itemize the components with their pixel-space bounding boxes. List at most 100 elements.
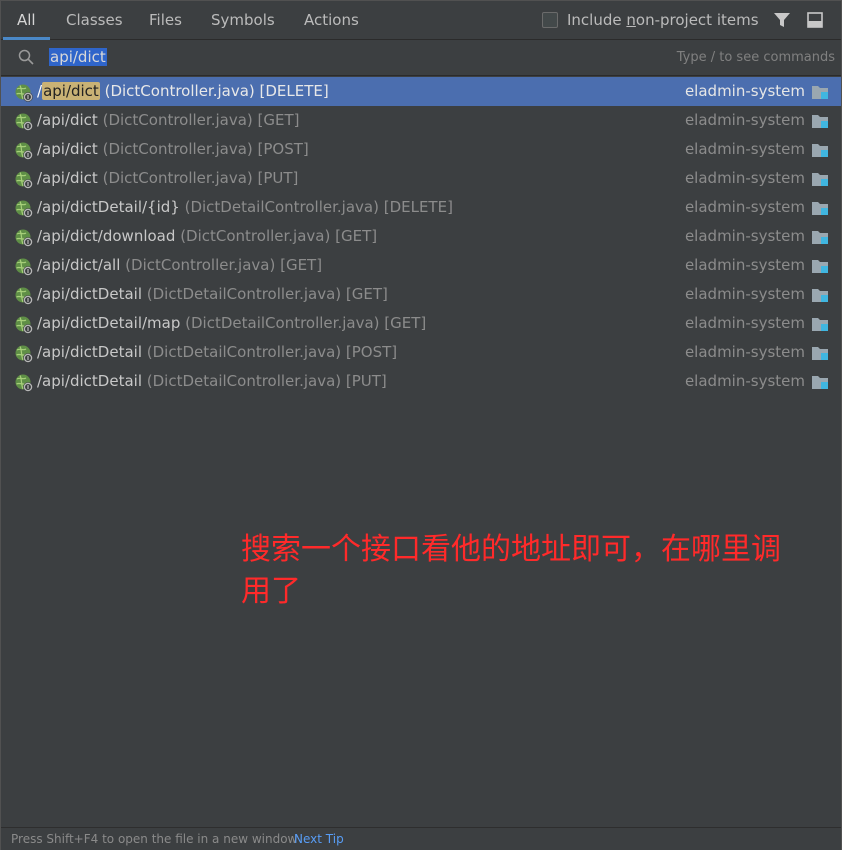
result-meta: (DictController.java) [GET] bbox=[180, 227, 378, 245]
result-row[interactable]: /api/dictDetail/{id} (DictDetailControll… bbox=[1, 193, 841, 222]
result-module: eladmin-system bbox=[684, 227, 805, 245]
result-text: /api/dictDetail/map (DictDetailControlle… bbox=[37, 309, 426, 338]
endpoint-globe-icon bbox=[15, 84, 33, 102]
endpoint-globe-icon bbox=[15, 316, 33, 334]
endpoint-globe-icon bbox=[15, 374, 33, 392]
annotation-line-2: 用了 bbox=[241, 574, 301, 609]
result-row[interactable]: /api/dictDetail (DictDetailController.ja… bbox=[1, 280, 841, 309]
tab-bar: All Classes Files Symbols Actions Includ… bbox=[1, 1, 841, 40]
search-input-value: api/dict bbox=[49, 48, 107, 66]
preview-pane-icon[interactable] bbox=[807, 12, 823, 28]
filter-icon[interactable] bbox=[773, 12, 791, 28]
endpoint-globe-icon bbox=[15, 287, 33, 305]
module-folder-icon bbox=[812, 376, 828, 389]
module-folder-icon bbox=[812, 260, 828, 273]
result-row[interactable]: /api/dictDetail/map (DictDetailControlle… bbox=[1, 309, 841, 338]
result-path-match: api/dict bbox=[42, 82, 100, 100]
result-path: /api/dictDetail/{id} bbox=[37, 198, 180, 216]
results-list: /api/dict (DictController.java) [DELETE]… bbox=[1, 77, 841, 396]
result-meta: (DictController.java) [DELETE] bbox=[104, 82, 329, 100]
include-non-project-checkbox[interactable] bbox=[542, 12, 558, 28]
result-meta: (DictController.java) [PUT] bbox=[102, 169, 299, 187]
result-path-match: /api/dict/all bbox=[37, 256, 121, 274]
annotation-text: 搜索一个接口看他的地址即可，在哪里调 用了 bbox=[241, 529, 841, 613]
endpoint-globe-icon bbox=[15, 113, 33, 131]
result-path-match: /api/dict bbox=[37, 111, 98, 129]
result-meta: (DictDetailController.java) [GET] bbox=[185, 314, 427, 332]
include-non-project-label[interactable]: Include non-project items bbox=[567, 1, 759, 39]
next-tip-link[interactable]: Next Tip bbox=[294, 828, 344, 850]
result-path: /api/dict/download bbox=[37, 227, 175, 245]
endpoint-globe-icon bbox=[15, 229, 33, 247]
module-folder-icon bbox=[812, 289, 828, 302]
result-path-match: /api/dictDetail bbox=[37, 372, 142, 390]
result-path-match: /api/dict/download bbox=[37, 227, 176, 245]
result-text: /api/dict (DictController.java) [PUT] bbox=[37, 164, 298, 193]
module-folder-icon bbox=[812, 231, 828, 244]
result-text: /api/dictDetail (DictDetailController.ja… bbox=[37, 338, 397, 367]
search-input[interactable]: api/dict bbox=[49, 46, 107, 68]
result-path-match: /api/dict bbox=[37, 140, 98, 158]
result-module: eladmin-system bbox=[684, 343, 805, 361]
result-path: /api/dictDetail bbox=[37, 285, 142, 303]
tab-classes[interactable]: Classes bbox=[66, 1, 123, 39]
result-row[interactable]: /api/dictDetail (DictDetailController.ja… bbox=[1, 338, 841, 367]
result-path: /api/dictDetail/map bbox=[37, 314, 180, 332]
result-module: eladmin-system bbox=[684, 256, 805, 274]
result-path: /api/dict bbox=[37, 82, 100, 100]
result-text: /api/dict (DictController.java) [POST] bbox=[37, 135, 309, 164]
module-folder-icon bbox=[812, 318, 828, 331]
search-icon bbox=[18, 49, 34, 65]
result-row[interactable]: /api/dict (DictController.java) [DELETE]… bbox=[1, 77, 841, 106]
result-meta: (DictController.java) [GET] bbox=[102, 111, 300, 129]
result-module: eladmin-system bbox=[684, 140, 805, 158]
result-path-match: /api/dictDetail bbox=[37, 343, 142, 361]
result-path: /api/dict bbox=[37, 140, 98, 158]
result-path: /api/dict bbox=[37, 111, 98, 129]
status-footer: Press Shift+F4 to open the file in a new… bbox=[1, 827, 841, 850]
tab-symbols[interactable]: Symbols bbox=[211, 1, 275, 39]
include-label-prefix: Include bbox=[567, 11, 627, 29]
module-folder-icon bbox=[812, 144, 828, 157]
result-path: /api/dict bbox=[37, 169, 98, 187]
result-path-match: /api/dictDetail bbox=[37, 285, 142, 303]
search-bar: api/dict Type / to see commands bbox=[1, 40, 841, 76]
result-path: /api/dict/all bbox=[37, 256, 120, 274]
module-folder-icon bbox=[812, 202, 828, 215]
result-module: eladmin-system bbox=[684, 314, 805, 332]
result-module: eladmin-system bbox=[684, 198, 805, 216]
result-module: eladmin-system bbox=[684, 111, 805, 129]
tab-all[interactable]: All bbox=[3, 1, 49, 40]
result-module: eladmin-system bbox=[684, 372, 805, 390]
search-hint: Type / to see commands bbox=[676, 50, 835, 65]
result-text: /api/dict/all (DictController.java) [GET… bbox=[37, 251, 322, 280]
module-folder-icon bbox=[812, 86, 828, 99]
result-meta: (DictDetailController.java) [DELETE] bbox=[184, 198, 453, 216]
result-row[interactable]: /api/dict/download (DictController.java)… bbox=[1, 222, 841, 251]
result-module: eladmin-system bbox=[684, 285, 805, 303]
include-label-mnemonic: n bbox=[626, 11, 636, 29]
endpoint-globe-icon bbox=[15, 171, 33, 189]
result-row[interactable]: /api/dictDetail (DictDetailController.ja… bbox=[1, 367, 841, 396]
result-meta: (DictDetailController.java) [POST] bbox=[146, 343, 398, 361]
include-label-suffix: on-project items bbox=[635, 11, 759, 29]
module-folder-icon bbox=[812, 347, 828, 360]
tab-actions[interactable]: Actions bbox=[304, 1, 359, 39]
result-text: /api/dict/download (DictController.java)… bbox=[37, 222, 377, 251]
result-meta: (DictDetailController.java) [GET] bbox=[146, 285, 388, 303]
result-row[interactable]: /api/dict/all (DictController.java) [GET… bbox=[1, 251, 841, 280]
endpoint-globe-icon bbox=[15, 200, 33, 218]
endpoint-globe-icon bbox=[15, 345, 33, 363]
result-text: /api/dictDetail (DictDetailController.ja… bbox=[37, 367, 387, 396]
result-row[interactable]: /api/dict (DictController.java) [GET] ela… bbox=[1, 106, 841, 135]
module-folder-icon bbox=[812, 173, 828, 186]
result-row[interactable]: /api/dict (DictController.java) [POST] el… bbox=[1, 135, 841, 164]
result-module: eladmin-system bbox=[684, 169, 805, 187]
result-module: eladmin-system bbox=[684, 82, 805, 100]
tab-files[interactable]: Files bbox=[149, 1, 182, 39]
result-meta: (DictDetailController.java) [PUT] bbox=[146, 372, 387, 390]
result-row[interactable]: /api/dict (DictController.java) [PUT] ela… bbox=[1, 164, 841, 193]
result-text: /api/dict (DictController.java) [DELETE] bbox=[37, 77, 329, 106]
footer-tip: Press Shift+F4 to open the file in a new… bbox=[11, 832, 298, 846]
result-meta: (DictController.java) [GET] bbox=[125, 256, 323, 274]
